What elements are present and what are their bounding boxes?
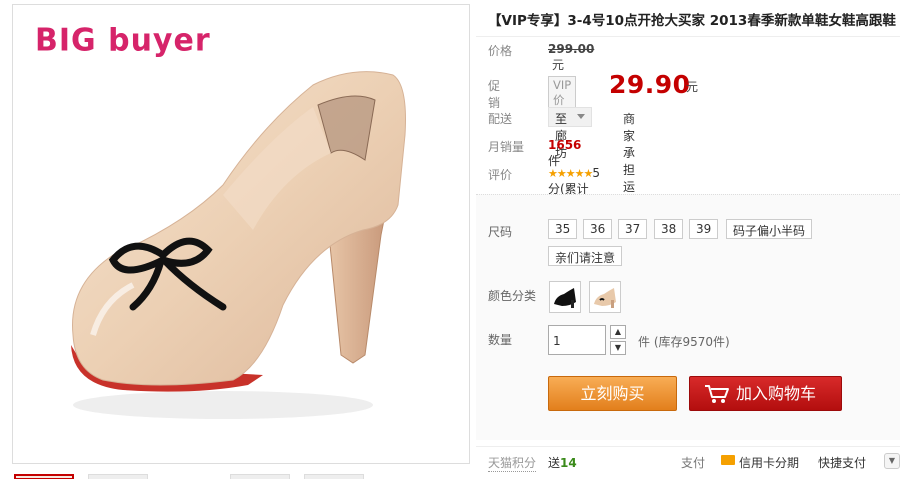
quantity-label: 数量 <box>488 333 513 347</box>
add-to-cart-label: 加入购物车 <box>736 384 817 403</box>
size-option[interactable]: 36 <box>583 219 613 239</box>
shipping-row: 配送 至 廊坊 商家承担运费 <box>488 107 635 211</box>
buy-now-button[interactable]: 立刻购买 <box>548 376 677 411</box>
size-option[interactable]: 码子偏小半码 <box>726 219 813 239</box>
size-option[interactable]: 39 <box>689 219 719 239</box>
rating-label: 评价 <box>488 168 513 182</box>
service-bar: 天猫积分 送14 支付 信用卡分期 快捷支付 ▼ <box>476 446 900 474</box>
thumbnail[interactable] <box>14 474 74 479</box>
monthly-sales-count: 1656 <box>548 138 582 152</box>
shoe-image <box>71 71 406 419</box>
rating-row: 评价 ★★★★★5分(累计评价8) <box>488 166 600 213</box>
sales-label: 月销量 <box>488 140 525 154</box>
sales-group: 1656 件 <box>548 138 581 169</box>
thumbnail[interactable] <box>230 474 290 479</box>
credit-card-icon <box>721 455 735 465</box>
chevron-down-icon <box>577 114 586 119</box>
points-value: 送14 <box>548 454 577 471</box>
pay-label: 支付 <box>681 456 706 470</box>
sales-row: 月销量 1656 件 <box>488 138 581 168</box>
color-swatch-black[interactable] <box>549 281 581 313</box>
shipping-destination-select[interactable]: 至 廊坊 <box>548 107 593 160</box>
stock-text: 件 (库存9570件) <box>638 335 730 349</box>
points-number: 14 <box>560 456 577 470</box>
cart-icon <box>705 385 729 403</box>
black-shoe-thumbnail <box>554 288 576 308</box>
tmall-points-link[interactable]: 天猫积分 <box>488 454 537 472</box>
promo-price: 29.90 <box>609 70 691 99</box>
promo-label: 促销 <box>488 79 501 110</box>
size-option[interactable]: 35 <box>548 219 578 239</box>
shipping-label: 配送 <box>488 112 513 126</box>
chevron-down-icon[interactable]: ▼ <box>884 453 900 469</box>
color-label: 颜色分类 <box>488 289 537 303</box>
nude-shoe-thumbnail <box>594 288 616 308</box>
rating-stars: ★★★★★ <box>548 167 593 180</box>
product-title: 【VIP专享】3-4号10点开抢大买家 2013春季新款单鞋女鞋高跟鞋 <box>488 13 896 29</box>
size-option[interactable]: 37 <box>618 219 648 239</box>
title-divider <box>476 36 900 37</box>
original-price-group: 299.00 元 <box>548 42 594 73</box>
size-note-option[interactable]: 亲们请注意 <box>548 246 623 266</box>
points-prefix: 送 <box>548 456 561 470</box>
price-row: 价格 299.00 元 <box>488 42 594 72</box>
caret-up-icon[interactable]: ▲ <box>610 325 626 339</box>
quick-pay-label: 快捷支付 <box>818 456 867 470</box>
promo-price-unit: 元 <box>686 80 699 94</box>
add-to-cart-button[interactable]: 加入购物车 <box>689 376 842 411</box>
quantity-input[interactable]: 1 <box>548 325 606 355</box>
product-main-image[interactable]: BIG buyer <box>12 4 470 464</box>
credit-installment-label: 信用卡分期 <box>739 456 800 470</box>
price-unit: 元 <box>552 58 565 72</box>
size-label: 尺码 <box>488 225 513 239</box>
thumbnail-strip <box>12 468 472 479</box>
size-option[interactable]: 38 <box>654 219 684 239</box>
price-label: 价格 <box>488 44 513 58</box>
caret-down-icon[interactable]: ▼ <box>610 341 626 355</box>
sku-panel: 尺码 35 36 37 38 39 码子偏小半码 亲们请注意 颜色分类 数量 1… <box>476 194 900 440</box>
thumbnail[interactable] <box>304 474 364 479</box>
original-price: 299.00 <box>548 42 595 56</box>
thumbnail[interactable] <box>88 474 148 479</box>
color-swatch-nude[interactable] <box>589 281 621 313</box>
